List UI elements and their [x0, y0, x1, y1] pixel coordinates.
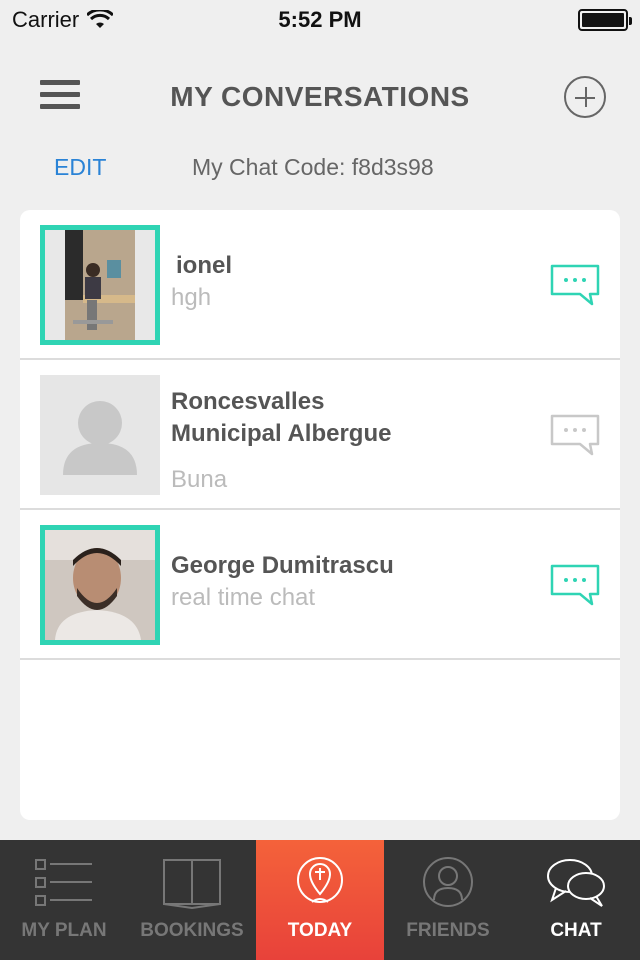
chat-bubbles-icon	[547, 859, 605, 907]
contact-name: ionel	[176, 252, 233, 279]
list-icon	[35, 859, 92, 906]
tab-label: FRIENDS	[406, 920, 490, 941]
edit-button[interactable]: EDIT	[54, 154, 106, 181]
pin-icon	[297, 857, 343, 903]
contact-name: Roncesvalles	[171, 388, 325, 415]
status-bar: Carrier 5:52 PM	[0, 0, 640, 40]
chat-bubble-icon[interactable]	[550, 564, 600, 606]
menu-icon[interactable]	[40, 80, 80, 112]
battery-icon	[578, 9, 632, 31]
avatar	[40, 225, 160, 345]
tab-bar: MY PLAN BOOKINGS TODAY FRIENDS CHAT	[0, 840, 640, 960]
tab-label: MY PLAN	[21, 920, 107, 941]
last-message: real time chat	[171, 584, 316, 611]
carrier-group: Carrier	[12, 7, 114, 33]
conversation-row[interactable]: Roncesvalles Municipal Albergue Buna	[20, 360, 620, 510]
tab-my-plan[interactable]: MY PLAN	[0, 840, 128, 960]
avatar	[40, 525, 160, 645]
avatar-photo	[45, 230, 155, 340]
page-title: MY CONVERSATIONS	[170, 81, 470, 112]
conversation-row[interactable]: ionel hgh	[20, 210, 620, 360]
chat-bubble-icon[interactable]	[550, 264, 600, 306]
tab-chat[interactable]: CHAT	[512, 840, 640, 960]
book-icon	[163, 859, 221, 910]
chat-code: My Chat Code: f8d3s98	[192, 154, 434, 180]
chat-bubble-icon[interactable]	[550, 414, 600, 456]
tab-label: TODAY	[287, 920, 353, 941]
conversation-list: ionel hgh Roncesvalles Municipal Albergu…	[20, 210, 620, 820]
tab-today[interactable]: TODAY	[256, 840, 384, 960]
tab-bookings[interactable]: BOOKINGS	[128, 840, 256, 960]
subbar: EDIT My Chat Code: f8d3s98	[0, 148, 640, 188]
avatar	[40, 375, 160, 495]
last-message: hgh	[171, 284, 212, 311]
person-icon	[423, 857, 473, 907]
tab-friends[interactable]: FRIENDS	[384, 840, 512, 960]
wifi-icon	[87, 10, 114, 28]
contact-name: George Dumitrascu	[171, 552, 394, 579]
add-conversation-button[interactable]	[564, 76, 606, 118]
avatar-photo	[45, 530, 155, 640]
tab-label: BOOKINGS	[140, 920, 244, 941]
conversation-row[interactable]: George Dumitrascu real time chat	[20, 510, 620, 660]
tab-label: CHAT	[550, 920, 602, 941]
contact-name-line2: Municipal Albergue	[171, 420, 392, 447]
carrier-label: Carrier	[12, 7, 80, 32]
default-avatar-icon	[63, 401, 137, 475]
last-message: Buna	[171, 466, 228, 493]
header: MY CONVERSATIONS	[0, 60, 640, 134]
